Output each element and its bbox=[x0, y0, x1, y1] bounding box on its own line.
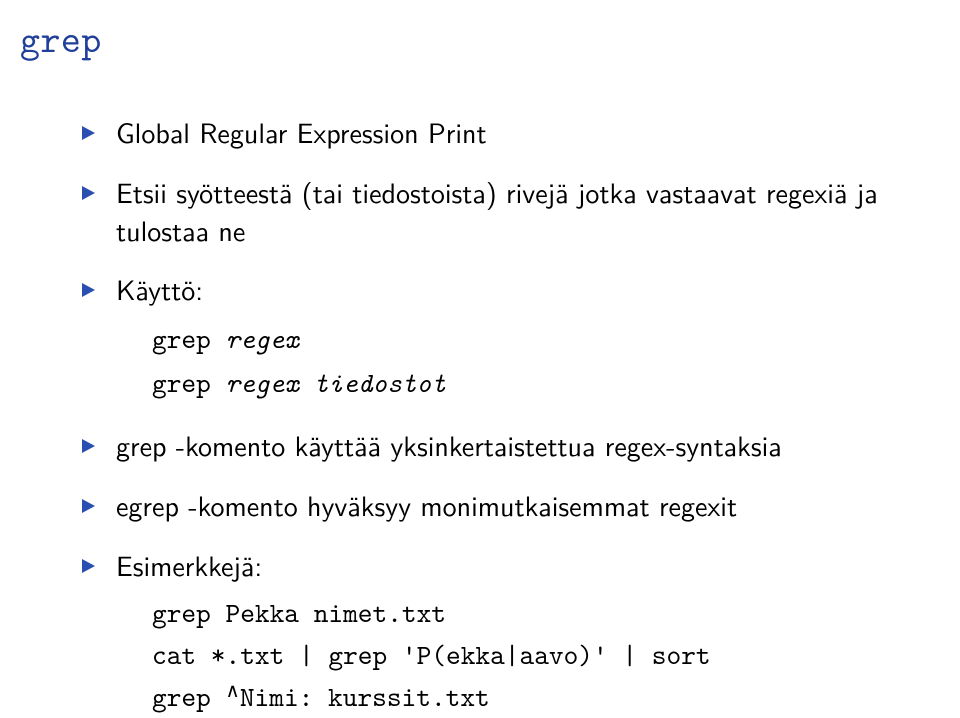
bullet-item: Global Regular Expression Print bbox=[82, 113, 900, 151]
bullet-text: grep -komento käyttää yksinkertaistettua… bbox=[116, 424, 782, 465]
code-block: grep Pekka nimet.txt cat *.txt | grep 'P… bbox=[152, 592, 900, 718]
code-line: grep regex tiedostot bbox=[152, 360, 900, 404]
command-part: grep bbox=[152, 678, 226, 715]
bullet-item: egrep -komento hyväksyy monimutkaisemmat… bbox=[82, 486, 900, 524]
code-line: grep regex bbox=[152, 316, 900, 360]
argument: regex bbox=[226, 320, 300, 357]
bullet-list: Global Regular Expression Print Etsii sy… bbox=[82, 113, 900, 718]
bullet-text: egrep -komento hyväksyy monimutkaisemmat… bbox=[116, 484, 737, 525]
code-line: grep Pekka nimet.txt bbox=[152, 592, 900, 634]
code-block: grep regex grep regex tiedostot bbox=[152, 316, 900, 404]
bullet-text: Esimerkkejä: bbox=[116, 544, 262, 585]
argument: regex tiedostot bbox=[226, 364, 447, 401]
caret-symbol: ∧ bbox=[226, 678, 240, 704]
bullet-text: Global Regular Expression Print bbox=[116, 111, 487, 152]
bullet-item: Käyttö: grep regex grep regex tiedostot bbox=[82, 270, 900, 404]
bullet-item: Etsii syötteestä (tai tiedostoista) rive… bbox=[82, 173, 900, 249]
slide-title: grep bbox=[20, 14, 900, 65]
bullet-text: Käyttö: bbox=[116, 268, 203, 309]
bullet-item: Esimerkkejä: grep Pekka nimet.txt cat *.… bbox=[82, 546, 900, 718]
code-line: cat *.txt | grep 'P(ekka|aavo)' | sort bbox=[152, 634, 900, 676]
bullet-text: Etsii syötteestä (tai tiedostoista) rive… bbox=[116, 171, 878, 250]
code-line: grep ∧Nimi: kurssit.txt bbox=[152, 676, 900, 718]
command: grep bbox=[152, 364, 226, 401]
bullet-item: grep -komento käyttää yksinkertaistettua… bbox=[82, 426, 900, 464]
command-part: Nimi: kurssit.txt bbox=[240, 678, 490, 715]
command: grep bbox=[152, 320, 226, 357]
